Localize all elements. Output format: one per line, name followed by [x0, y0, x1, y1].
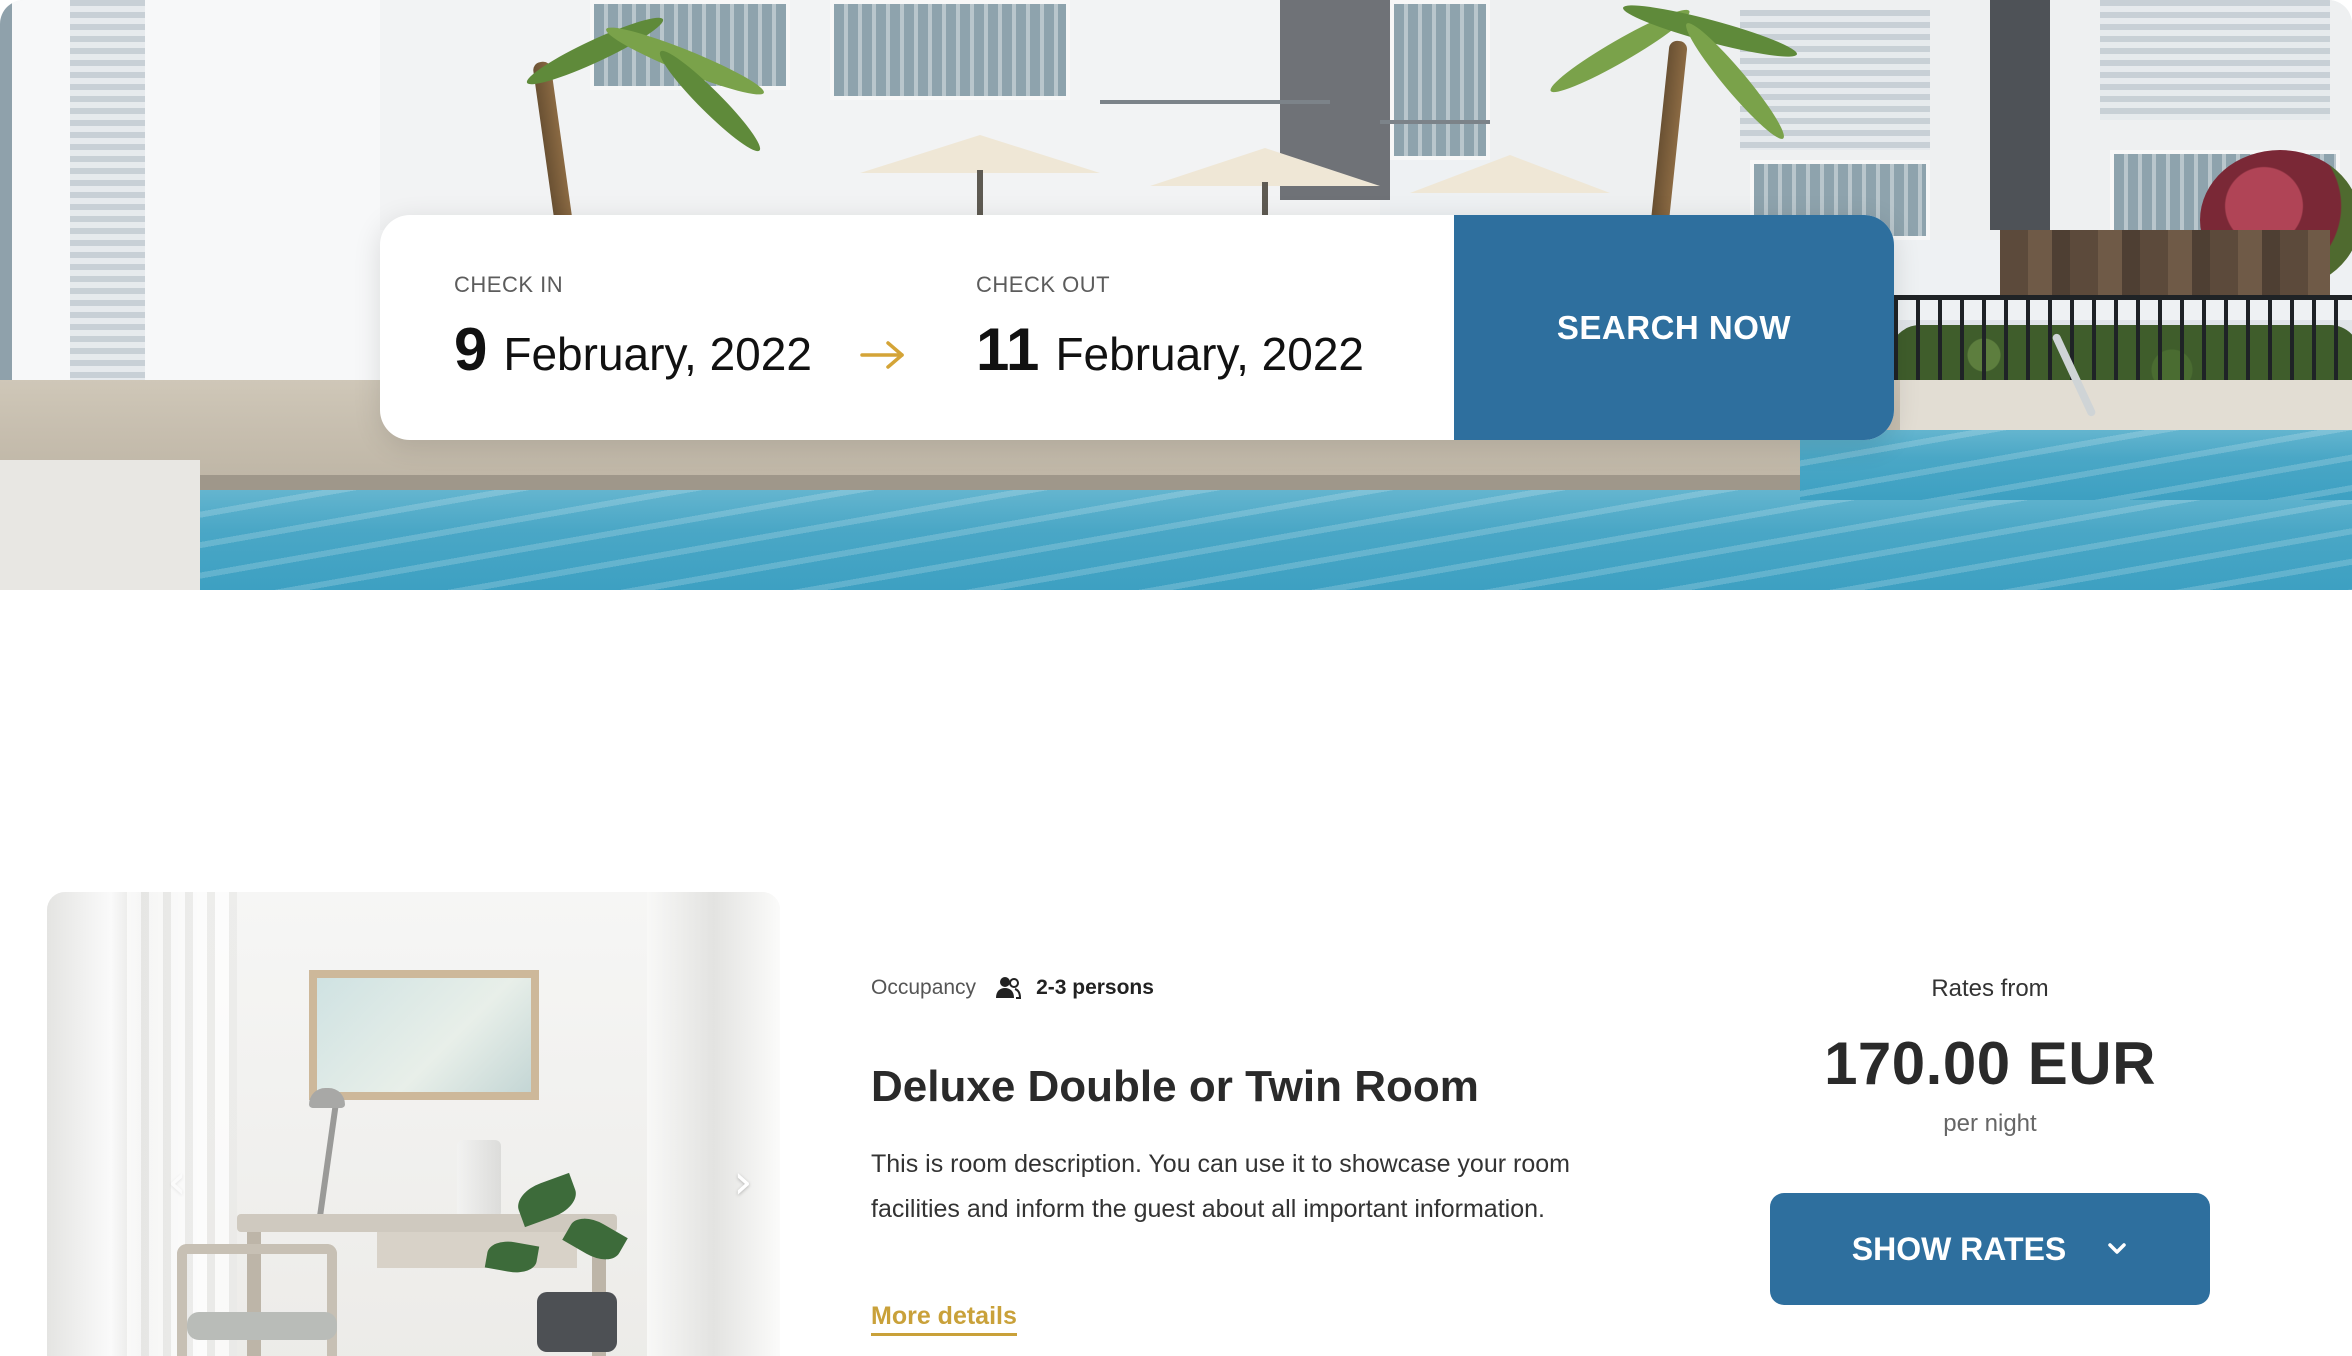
room-photo-desk	[237, 1214, 617, 1232]
check-in-date[interactable]: 9 February, 2022	[454, 315, 812, 384]
room-description: This is room description. You can use it…	[871, 1150, 1570, 1223]
hero-window	[830, 0, 1070, 100]
hero-window	[1390, 0, 1490, 160]
occupancy-row: Occupancy 2-3 persons	[871, 974, 1154, 1002]
rates-from-label: Rates from	[1931, 975, 2049, 1002]
rate-price: 170.00 EUR	[1824, 1030, 2156, 1097]
hero-building-edge	[0, 0, 12, 420]
hero-balcony-rail	[1380, 120, 1500, 124]
check-out-date[interactable]: 11 February, 2022	[976, 315, 1364, 384]
arrow-right-icon	[860, 341, 904, 369]
check-out-month-year: February, 2022	[1055, 328, 1364, 380]
chevron-left-icon[interactable]: ‹	[157, 1152, 197, 1212]
search-now-button[interactable]: SEARCH NOW	[1454, 215, 1894, 440]
occupancy-value: 2-3 persons	[1036, 976, 1154, 999]
show-rates-label: SHOW RATES	[1851, 1230, 2067, 1267]
room-title: Deluxe Double or Twin Room	[871, 1062, 1479, 1111]
hero-stone-wall	[2000, 230, 2330, 300]
page: CHECK IN 9 February, 2022 CHECK OUT 11 F…	[0, 0, 2352, 1356]
hero-louver	[2100, 0, 2330, 120]
check-in-month-year: February, 2022	[503, 328, 812, 380]
persons-icon	[996, 977, 1022, 999]
hero-pool	[150, 490, 2352, 590]
check-in-day: 9	[454, 316, 488, 383]
hero-balcony-rail	[1100, 100, 1330, 104]
chevron-right-icon[interactable]: ›	[723, 1152, 763, 1212]
show-rates-button[interactable]: SHOW RATES	[1770, 1193, 2210, 1305]
occupancy-label: Occupancy	[871, 976, 977, 999]
check-in-label: CHECK IN	[454, 272, 564, 297]
hero-building-panel	[1990, 0, 2050, 230]
check-out-day: 11	[976, 316, 1040, 383]
rates-summary: Rates from 170.00 EUR per night	[1770, 975, 2210, 1138]
hero-wall-base	[0, 460, 200, 590]
room-photo-artwork	[309, 970, 539, 1100]
room-photo-curtain	[647, 892, 780, 1356]
room-photo-vase	[457, 1140, 501, 1218]
booking-bar: CHECK IN 9 February, 2022 CHECK OUT 11 F…	[380, 215, 1894, 440]
room-photo-carousel[interactable]: ‹ ›	[47, 892, 780, 1356]
check-out-field[interactable]: CHECK OUT 11 February, 2022	[976, 215, 1416, 440]
hero-pool	[1800, 430, 2352, 500]
hero-louver	[70, 0, 145, 400]
check-in-field[interactable]: CHECK IN 9 February, 2022	[454, 215, 874, 440]
room-photo-chair-cushion	[187, 1312, 337, 1340]
rate-period: per night	[1943, 1110, 2037, 1137]
room-photo-plant-pot	[537, 1292, 617, 1352]
room-photo-desk-drawer	[377, 1232, 577, 1268]
check-out-label: CHECK OUT	[976, 272, 1111, 297]
more-details-link[interactable]: More details	[871, 1302, 1017, 1336]
chevron-down-icon	[2108, 1243, 2126, 1254]
